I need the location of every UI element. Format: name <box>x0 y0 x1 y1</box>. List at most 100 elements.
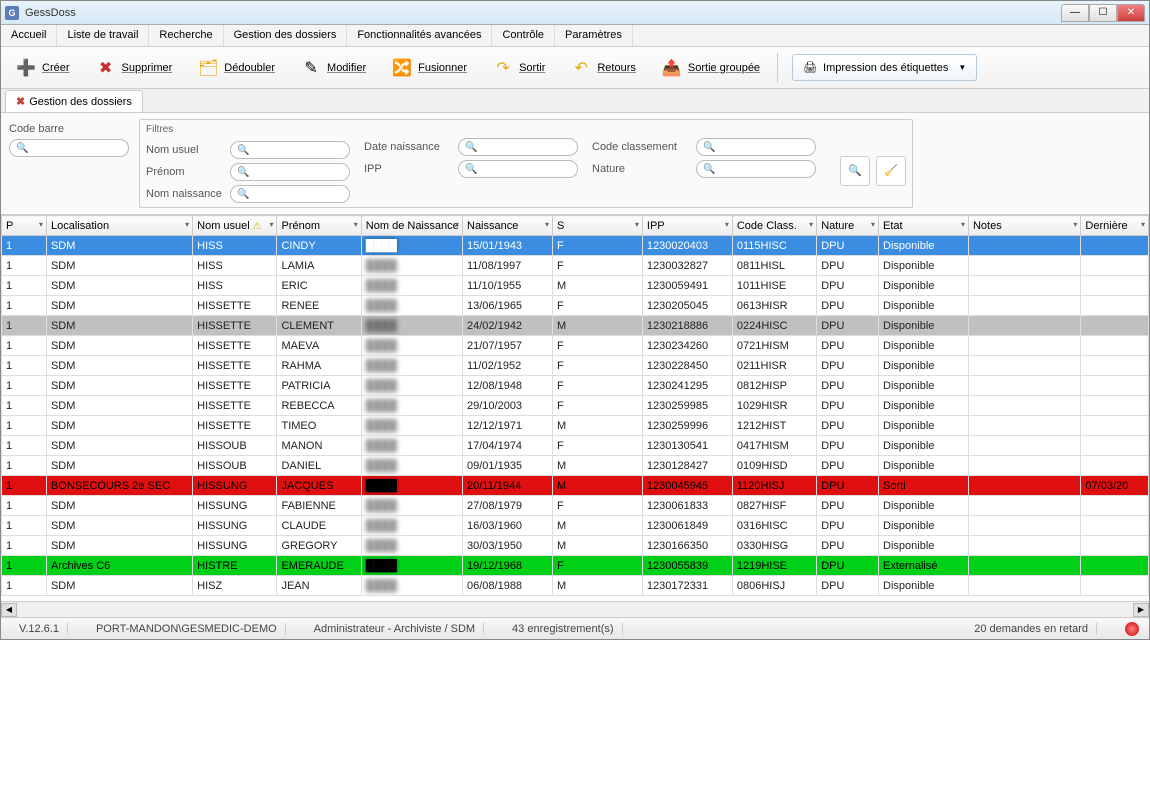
column-header[interactable]: Notes▾ <box>968 216 1080 236</box>
column-header[interactable]: S▾ <box>552 216 642 236</box>
menu-accueil[interactable]: Accueil <box>1 25 57 46</box>
close-tab-icon[interactable]: ✖ <box>16 95 25 108</box>
column-header[interactable]: Prénom▾ <box>277 216 361 236</box>
table-row[interactable]: 1SDMHISSOUBMANON████17/04/1974F123013054… <box>2 436 1149 456</box>
chevron-down-icon[interactable]: ▾ <box>635 220 639 229</box>
scroll-right-icon[interactable]: ▶ <box>1133 603 1149 617</box>
table-row[interactable]: 1SDMHISSETTECLEMENT████24/02/1942M123021… <box>2 316 1149 336</box>
chevron-down-icon[interactable]: ▾ <box>39 220 43 229</box>
table-row[interactable]: 1SDMHISSETTERAHMA████11/02/1952F12302284… <box>2 356 1149 376</box>
column-header[interactable]: Code Class.▾ <box>732 216 816 236</box>
maximize-button[interactable]: ☐ <box>1089 4 1117 22</box>
chevron-down-icon[interactable]: ▾ <box>545 220 549 229</box>
prenom-input[interactable]: 🔍 <box>230 163 350 181</box>
chevron-down-icon[interactable]: ▾ <box>809 220 813 229</box>
cell-prenom: JEAN <box>277 576 361 596</box>
code-barre-input[interactable]: 🔍 <box>9 139 129 157</box>
chevron-down-icon[interactable]: ▾ <box>354 220 358 229</box>
clear-filters-button[interactable]: 🧹 <box>876 156 906 186</box>
delete-button[interactable]: ✖Supprimer <box>85 53 184 83</box>
chevron-down-icon[interactable]: ▾ <box>269 220 273 229</box>
chevron-down-icon[interactable]: ▾ <box>1073 220 1077 229</box>
cell-cc: 0806HISJ <box>732 576 816 596</box>
data-grid[interactable]: P▾Localisation▾Nom usuel ⚠▾Prénom▾Nom de… <box>1 215 1149 601</box>
cell-cc: 0811HISL <box>732 256 816 276</box>
chevron-down-icon[interactable]: ▾ <box>185 220 189 229</box>
close-button[interactable]: ✕ <box>1117 4 1145 22</box>
table-header[interactable]: P▾Localisation▾Nom usuel ⚠▾Prénom▾Nom de… <box>2 216 1149 236</box>
table-row[interactable]: 1SDMHISSUNGCLAUDE████16/03/1960M12300618… <box>2 516 1149 536</box>
menu-controle[interactable]: Contrôle <box>492 25 555 46</box>
column-header[interactable]: Dernière▾ <box>1081 216 1149 236</box>
column-header[interactable]: Localisation▾ <box>46 216 192 236</box>
cell-loc: SDM <box>46 436 192 456</box>
table-row[interactable]: 1SDMHISSETTERENEE████13/06/1965F12302050… <box>2 296 1149 316</box>
menu-recherche[interactable]: Recherche <box>149 25 223 46</box>
chevron-down-icon[interactable]: ▾ <box>1141 220 1145 229</box>
table-row[interactable]: 1SDMHISSOUBDANIEL████09/01/1935M12301284… <box>2 456 1149 476</box>
merge-button[interactable]: 🔀Fusionner <box>381 53 478 83</box>
column-header[interactable]: Nature▾ <box>817 216 879 236</box>
table-row[interactable]: 1SDMHISSETTEPATRICIA████12/08/1948F12302… <box>2 376 1149 396</box>
folder-icon: 🗂 <box>198 58 218 78</box>
search-button[interactable]: 🔍 <box>840 156 870 186</box>
table-row[interactable]: 1SDMHISSCINDY████15/01/1943F123002040301… <box>2 236 1149 256</box>
chevron-down-icon[interactable]: ▾ <box>455 220 459 229</box>
cell-nat: DPU <box>817 416 879 436</box>
warning-icon: ⚠ <box>250 221 262 232</box>
table-row[interactable]: 1SDMHISSETTEREBECCA████29/10/2003F123025… <box>2 396 1149 416</box>
horizontal-scrollbar[interactable]: ◀ ▶ <box>1 601 1149 617</box>
cell-prenom: PATRICIA <box>277 376 361 396</box>
table-row[interactable]: 1SDMHISSLAMIA████11/08/1997F123003282708… <box>2 256 1149 276</box>
minimize-button[interactable]: — <box>1061 4 1089 22</box>
menu-gestion-dossiers[interactable]: Gestion des dossiers <box>224 25 348 46</box>
edit-button[interactable]: ✎Modifier <box>290 53 377 83</box>
table-row[interactable]: 1SDMHISSETTETIMEO████12/12/1971M12302599… <box>2 416 1149 436</box>
tab-gestion-dossiers[interactable]: ✖ Gestion des dossiers <box>5 90 143 112</box>
scroll-left-icon[interactable]: ◀ <box>1 603 17 617</box>
menu-liste-travail[interactable]: Liste de travail <box>57 25 149 46</box>
code-classement-input[interactable]: 🔍 <box>696 138 816 156</box>
cell-loc: SDM <box>46 496 192 516</box>
cell-nom: HISSOUB <box>193 456 277 476</box>
nom-naissance-input[interactable]: 🔍 <box>230 185 350 203</box>
group-exit-button[interactable]: 📤Sortie groupée <box>651 53 771 83</box>
column-header[interactable]: P▾ <box>2 216 47 236</box>
column-header[interactable]: Etat▾ <box>879 216 969 236</box>
exit-button[interactable]: ↷Sortir <box>482 53 556 83</box>
prenom-label: Prénom <box>146 166 226 178</box>
menu-parametres[interactable]: Paramètres <box>555 25 633 46</box>
table-row[interactable]: 1SDMHISSERIC████11/10/1955M1230059491101… <box>2 276 1149 296</box>
table-row[interactable]: 1SDMHISSUNGGREGORY████30/03/1950M1230166… <box>2 536 1149 556</box>
cell-prenom: EMERAUDE <box>277 556 361 576</box>
returns-button[interactable]: ↶Retours <box>560 53 647 83</box>
column-header[interactable]: IPP▾ <box>642 216 732 236</box>
status-late: 20 demandes en retard <box>966 623 1097 635</box>
cell-nom: HISSETTE <box>193 416 277 436</box>
print-labels-dropdown[interactable]: 🖨 Impression des étiquettes ▼ <box>792 54 977 81</box>
table-row[interactable]: 1BONSECOURS 2e SECHISSUNGJACQUES████20/1… <box>2 476 1149 496</box>
table-row[interactable]: 1SDMHISZJEAN████06/08/1988M1230172331080… <box>2 576 1149 596</box>
table-row[interactable]: 1SDMHISSUNGFABIENNE████27/08/1979F123006… <box>2 496 1149 516</box>
ipp-input[interactable]: 🔍 <box>458 160 578 178</box>
table-row[interactable]: 1Archives C6HISTREEMERAUDE████19/12/1968… <box>2 556 1149 576</box>
nom-usuel-input[interactable]: 🔍 <box>230 141 350 159</box>
nature-input[interactable]: 🔍 <box>696 160 816 178</box>
column-header[interactable]: Naissance▾ <box>463 216 553 236</box>
create-button[interactable]: ➕Créer <box>5 53 81 83</box>
menu-fonctionnalites[interactable]: Fonctionnalités avancées <box>347 25 492 46</box>
cell-nom: HISS <box>193 236 277 256</box>
search-icon: 🔍 <box>465 142 477 153</box>
cell-loc: SDM <box>46 356 192 376</box>
chevron-down-icon[interactable]: ▾ <box>871 220 875 229</box>
cell-prenom: DANIEL <box>277 456 361 476</box>
chevron-down-icon[interactable]: ▾ <box>961 220 965 229</box>
nature-label: Nature <box>592 163 692 175</box>
chevron-down-icon[interactable]: ▾ <box>725 220 729 229</box>
column-header[interactable]: Nom de Naissance▾ <box>361 216 462 236</box>
date-naissance-input[interactable]: 🔍 <box>458 138 578 156</box>
column-header[interactable]: Nom usuel ⚠▾ <box>193 216 277 236</box>
table-row[interactable]: 1SDMHISSETTEMAEVA████21/07/1957F12302342… <box>2 336 1149 356</box>
cell-etat: Sorti <box>879 476 969 496</box>
duplicate-button[interactable]: 🗂Dédoubler <box>187 53 286 83</box>
